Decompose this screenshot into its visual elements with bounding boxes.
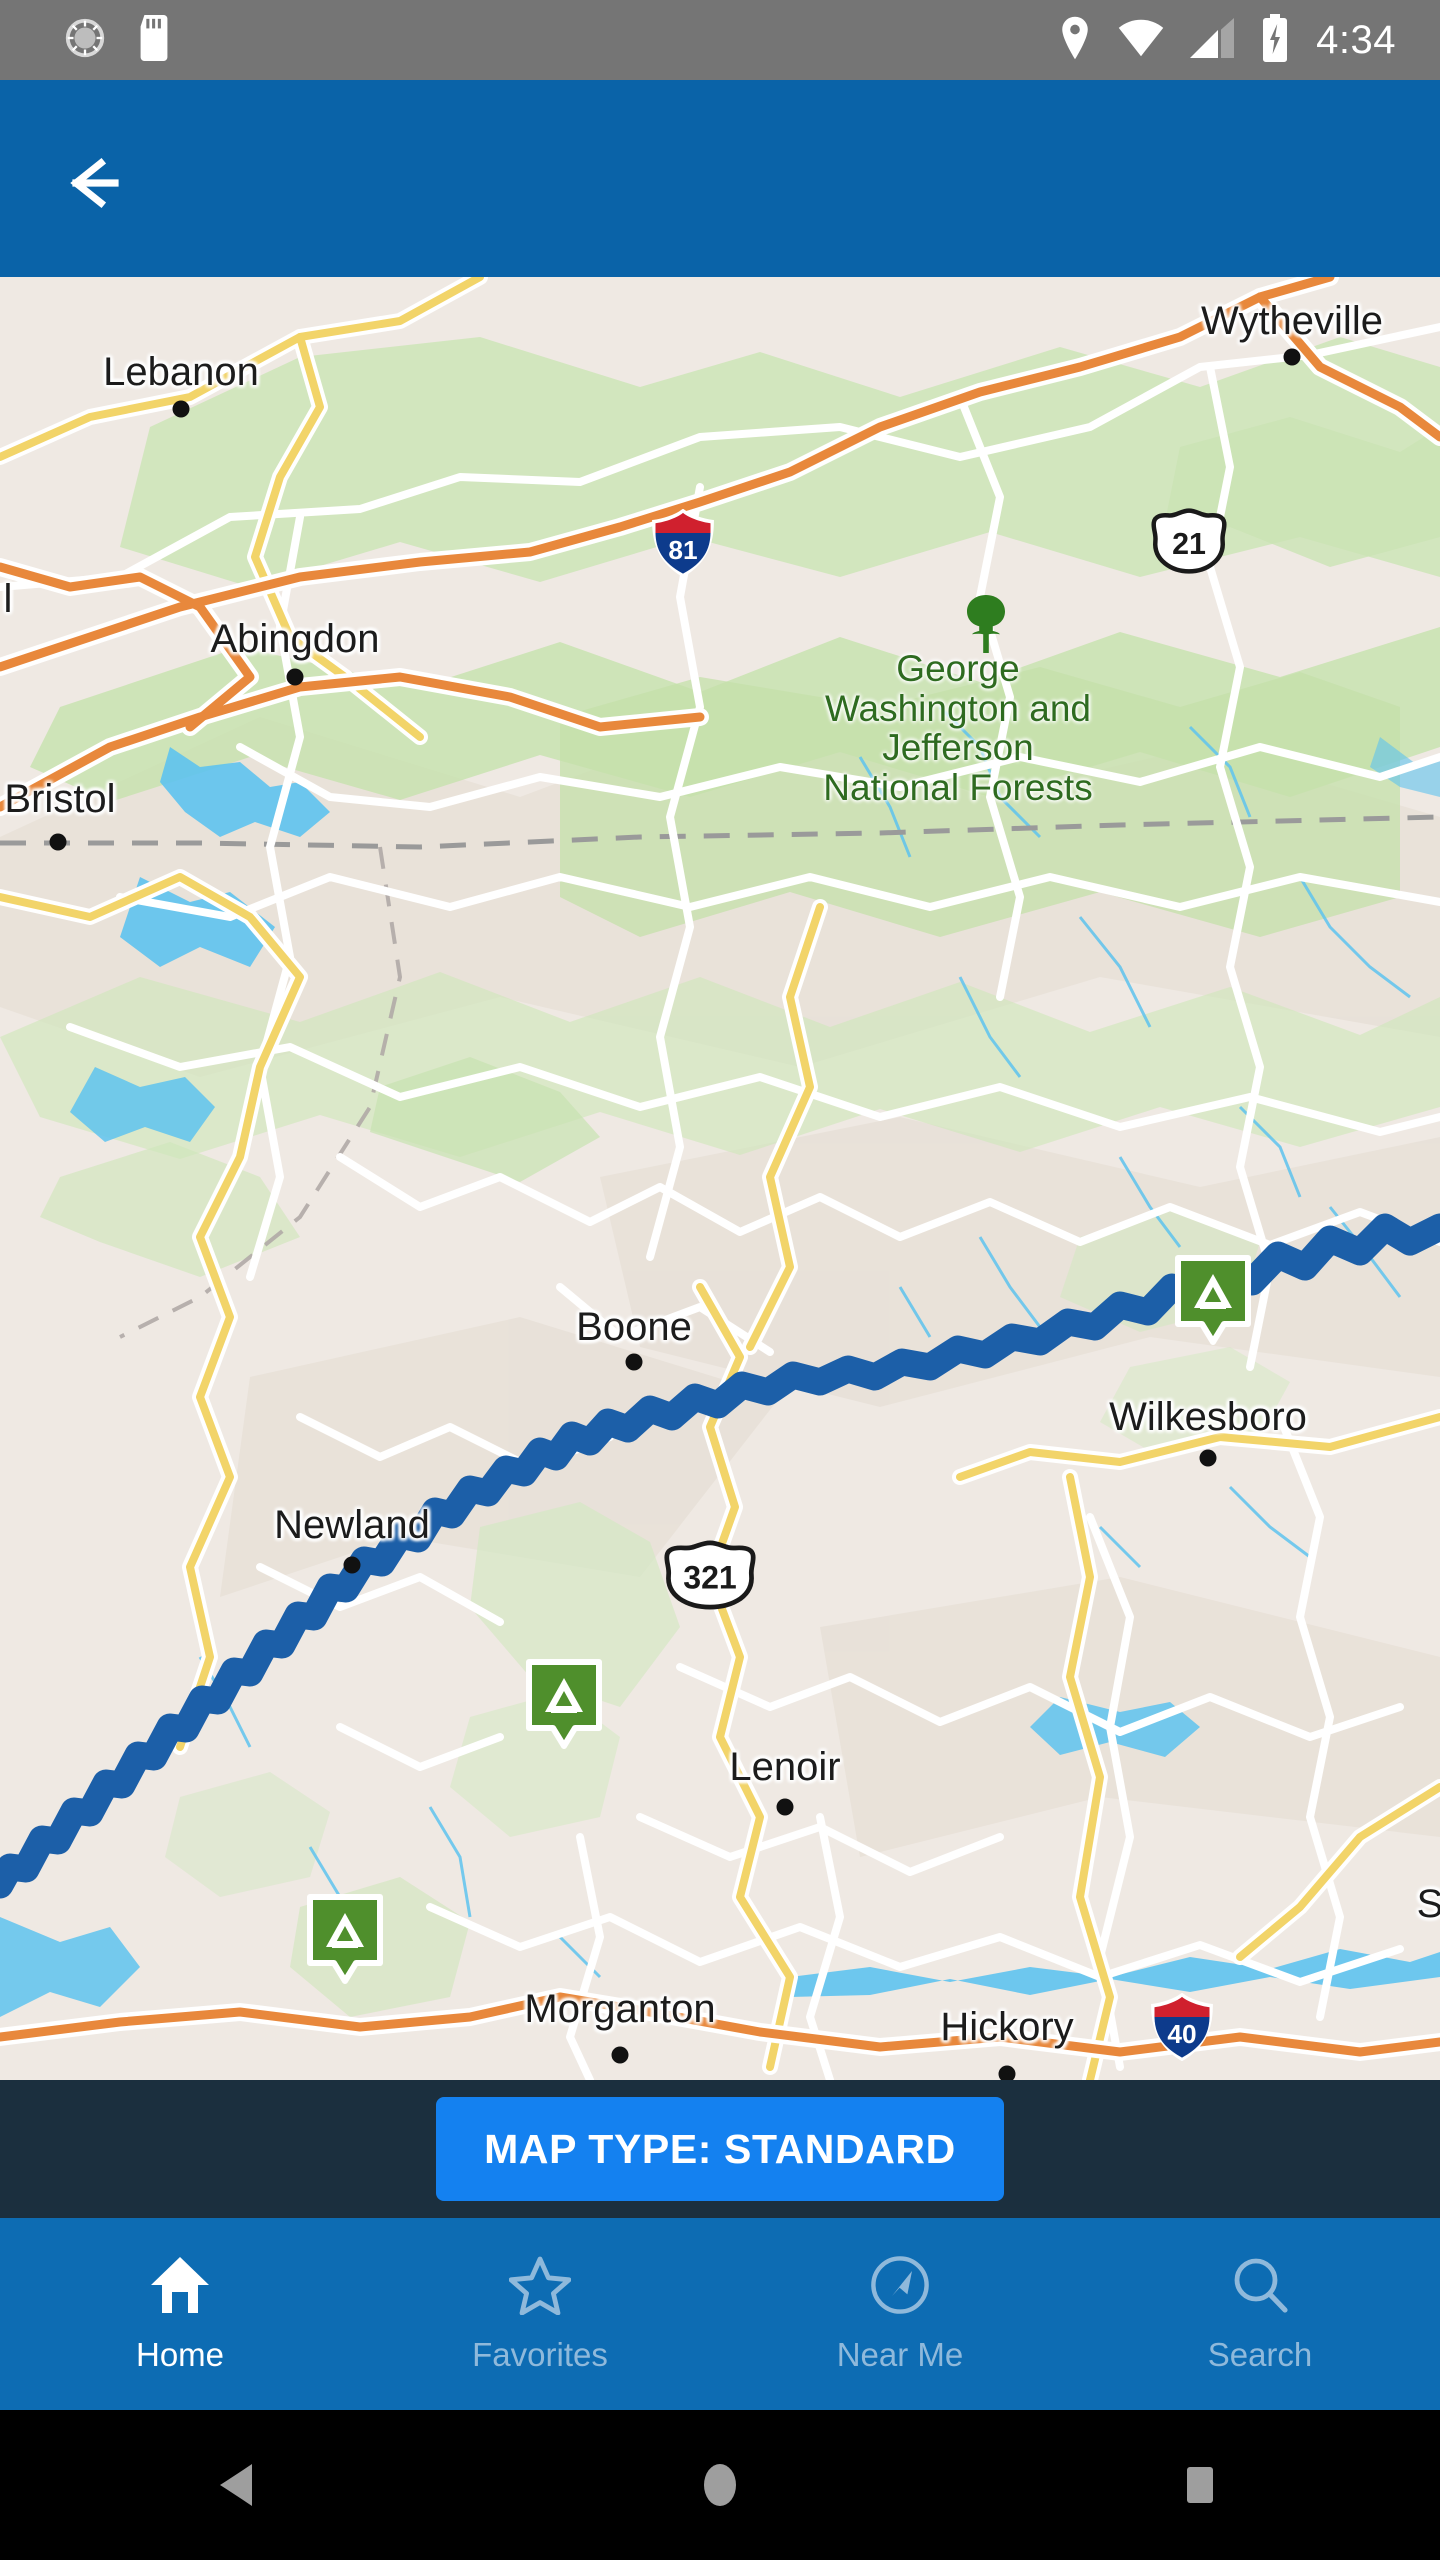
partial-city-label: l <box>3 577 13 621</box>
svg-text:81: 81 <box>668 535 697 565</box>
triangle-left-icon <box>220 2464 252 2506</box>
battery-charging-icon <box>1260 13 1290 67</box>
status-bar-left-icons <box>0 14 174 66</box>
nav-item-search[interactable]: Search <box>1080 2218 1440 2410</box>
svg-text:40: 40 <box>1167 2019 1196 2049</box>
nav-label-favorites: Favorites <box>472 2335 608 2373</box>
forest-label-line: Washington and <box>824 687 1092 729</box>
nav-label-near-me: Near Me <box>836 2335 964 2373</box>
location-pin-icon <box>1058 16 1092 65</box>
us-21-shield: 21 <box>1149 507 1235 575</box>
nav-label-home: Home <box>135 2335 225 2373</box>
cellular-signal-icon <box>1190 17 1235 63</box>
city-label: Wilkesboro <box>1109 1395 1307 1439</box>
screenshot-capture-icon <box>62 15 108 66</box>
campsite-marker-1[interactable] <box>1174 1254 1252 1350</box>
svg-text:21: 21 <box>1172 527 1206 561</box>
campsite-marker-3[interactable] <box>306 1893 384 1989</box>
forest-label-line: National Forests <box>823 766 1093 808</box>
status-bar-right-icons: 4:34 <box>1058 13 1440 67</box>
city-dot <box>1199 1449 1217 1467</box>
nav-item-near-me[interactable]: Near Me <box>720 2218 1080 2410</box>
city-label: Lebanon <box>103 350 259 394</box>
sd-card-icon <box>134 14 174 66</box>
city-dot <box>343 1556 361 1574</box>
svg-text:321: 321 <box>683 1560 737 1596</box>
city-label: Hickory <box>940 2005 1074 2049</box>
city-dot <box>172 400 190 418</box>
nav-item-home[interactable]: Home <box>0 2218 360 2410</box>
city-dot <box>1283 348 1301 366</box>
bottom-navigation-bar: Home Favorites Near Me Search <box>0 2218 1440 2410</box>
city-dot <box>625 1353 643 1371</box>
star-icon <box>508 2255 572 2320</box>
app-bar <box>0 80 1440 277</box>
status-bar: 4:34 <box>0 0 1440 80</box>
wifi-icon <box>1118 19 1164 62</box>
city-label: Boone <box>576 1305 692 1349</box>
android-home-button[interactable] <box>480 2462 960 2508</box>
map-canvas[interactable]: Wytheville Lebanon Abingdon Bristol Boon… <box>0 277 1440 2080</box>
map-type-bar: MAP TYPE: STANDARD <box>0 2080 1440 2218</box>
city-dot <box>286 668 304 686</box>
forest-label-line: George <box>896 648 1020 689</box>
android-navigation-bar <box>0 2410 1440 2560</box>
city-label: Abingdon <box>210 617 380 661</box>
near-me-compass-icon <box>869 2255 931 2320</box>
interstate-81-shield: 81 <box>650 509 714 577</box>
city-dot <box>776 1798 794 1816</box>
back-button[interactable] <box>58 138 148 228</box>
us-321-shield: 321 <box>661 1539 759 1611</box>
map-type-button[interactable]: MAP TYPE: STANDARD <box>436 2097 1004 2201</box>
city-label: Bristol <box>4 777 116 821</box>
back-arrow-icon <box>70 157 119 209</box>
national-forest-label: George Washington and Jefferson National… <box>823 649 1092 807</box>
city-label: Lenoir <box>729 1745 841 1789</box>
nav-item-favorites[interactable]: Favorites <box>360 2218 720 2410</box>
android-recents-button[interactable] <box>960 2463 1440 2507</box>
campsite-marker-2[interactable] <box>525 1658 603 1754</box>
phone-screen: 4:34 Wytheville Lebanon Abingdon Bristol… <box>0 0 1440 2560</box>
city-label: Wytheville <box>1201 299 1383 343</box>
android-back-button[interactable] <box>0 2462 480 2508</box>
city-label: Newland <box>274 1503 430 1547</box>
forest-label-line: Jefferson <box>882 727 1034 769</box>
circle-icon <box>704 2464 736 2506</box>
city-dot <box>49 833 67 851</box>
city-dot <box>998 2065 1016 2080</box>
interstate-40-shield: 40 <box>1149 1993 1213 2061</box>
city-dot <box>611 2046 629 2064</box>
partial-city-label: S <box>1416 1882 1440 1926</box>
nav-label-search: Search <box>1207 2335 1313 2373</box>
city-label: Morganton <box>524 1987 716 2031</box>
search-icon <box>1229 2255 1291 2320</box>
home-icon <box>149 2255 211 2320</box>
status-bar-clock: 4:34 <box>1316 17 1396 62</box>
square-icon <box>1187 2467 1213 2503</box>
